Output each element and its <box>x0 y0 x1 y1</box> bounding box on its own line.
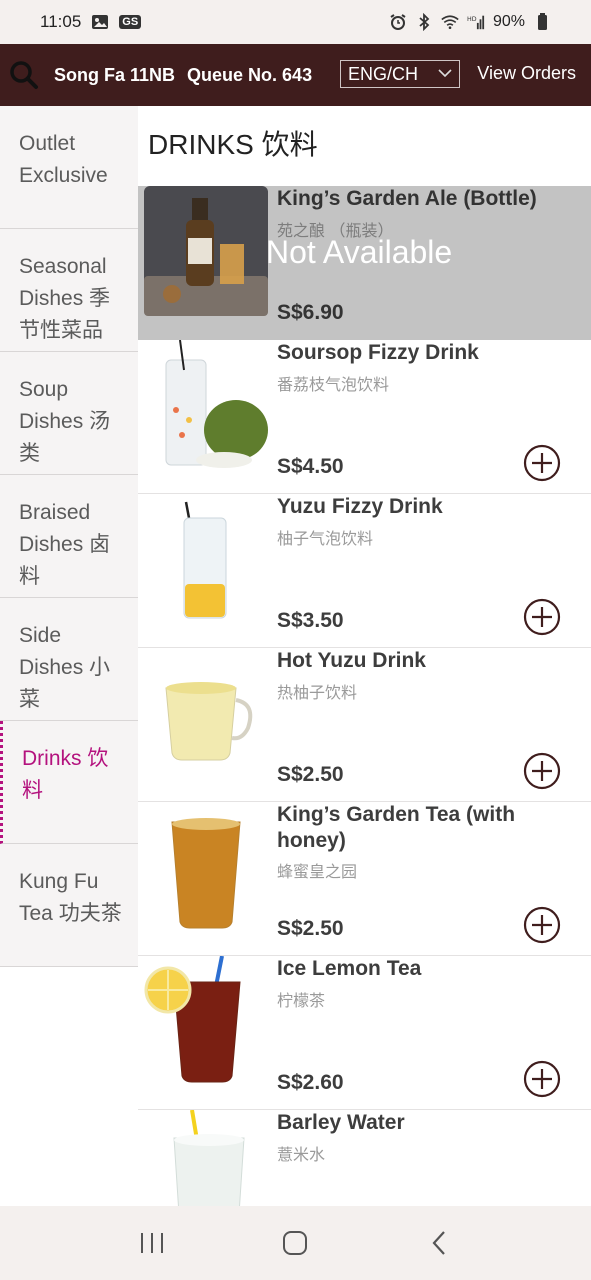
image-icon <box>91 13 109 31</box>
svg-text:HD: HD <box>467 16 477 23</box>
back-icon[interactable] <box>419 1223 459 1263</box>
home-icon[interactable] <box>275 1223 315 1263</box>
product-cn-name: 番荔枝气泡饮料 <box>277 377 390 394</box>
product-price: S$2.60 <box>277 1071 344 1094</box>
battery-percent: 90% <box>492 13 525 30</box>
product-image-yuzu-fizzy <box>183 501 227 619</box>
add-to-cart-icon[interactable] <box>523 1060 561 1098</box>
product-name: King’s Garden Ale (Bottle) <box>277 187 537 210</box>
product-card-ice-lemon-tea[interactable]: Ice Lemon Tea 柠檬茶 S$2.60 <box>138 956 591 1110</box>
chevron-down-icon <box>437 65 453 86</box>
product-name: King’s Garden Tea (with honey) <box>277 803 516 852</box>
search-icon[interactable] <box>8 59 40 91</box>
product-cn-name: 柠檬茶 <box>277 993 326 1010</box>
product-card-kings-garden-ale[interactable]: King’s Garden Ale (Bottle) 苑之酿 （瓶装） Not … <box>138 186 591 340</box>
battery-icon <box>533 13 551 31</box>
store-name: Song Fa 11NB <box>54 64 176 85</box>
queue-number: Queue No. 643 <box>187 64 313 85</box>
alarm-icon <box>389 13 407 31</box>
product-price: S$2.50 <box>277 917 344 940</box>
add-to-cart-icon[interactable] <box>523 598 561 636</box>
product-cn-name: 热柚子饮料 <box>277 685 358 702</box>
product-cn-name: 蜂蜜皇之园 <box>277 864 358 881</box>
product-card-yuzu-fizzy[interactable]: Yuzu Fizzy Drink 柚子气泡饮料 S$3.50 <box>138 494 591 648</box>
product-name: Yuzu Fizzy Drink <box>277 495 443 518</box>
bluetooth-icon <box>415 13 433 31</box>
sidebar-item-soup-dishes[interactable]: Soup Dishes 汤类 <box>0 352 138 475</box>
product-name: Ice Lemon Tea <box>277 957 422 980</box>
add-to-cart-icon[interactable] <box>523 444 561 482</box>
category-sidebar: Outlet Exclusive Seasonal Dishes 季节性菜品 S… <box>0 106 138 1206</box>
product-image-ice-lemon-tea <box>144 956 241 1083</box>
wifi-icon <box>441 13 459 31</box>
sidebar-item-outlet-exclusive[interactable]: Outlet Exclusive <box>0 106 138 229</box>
view-orders-link[interactable]: View Orders <box>477 63 576 84</box>
sidebar-item-braised-dishes[interactable]: Braised Dishes 卤料 <box>0 475 138 598</box>
product-card-soursop-fizzy[interactable]: Soursop Fizzy Drink 番荔枝气泡饮料 S$4.50 <box>138 340 591 494</box>
not-available-label: Not Available <box>266 234 453 270</box>
add-to-cart-icon[interactable] <box>523 906 561 944</box>
product-price: S$6.90 <box>277 301 344 324</box>
product-image-barley-water <box>173 1110 245 1206</box>
product-name: Hot Yuzu Drink <box>277 649 426 672</box>
sidebar-item-kung-fu-tea[interactable]: Kung Fu Tea 功夫茶 <box>0 844 138 967</box>
product-card-barley-water[interactable]: Barley Water 薏米水 <box>138 1110 591 1206</box>
gs-badge: GS <box>119 15 142 29</box>
add-to-cart-icon[interactable] <box>523 752 561 790</box>
system-nav-bar <box>0 1206 591 1280</box>
product-image-kings-garden-tea <box>171 818 241 929</box>
status-bar: 11:05 GS HD 90% <box>0 0 591 44</box>
language-select[interactable]: ENG/CH <box>340 60 460 88</box>
product-cn-name: 薏米水 <box>277 1147 326 1164</box>
recent-apps-icon[interactable] <box>132 1223 172 1263</box>
sidebar-item-side-dishes[interactable]: Side Dishes 小菜 <box>0 598 138 721</box>
product-image-hot-yuzu <box>165 682 253 761</box>
product-name: Soursop Fizzy Drink <box>277 341 479 364</box>
language-value: ENG/CH <box>348 63 419 84</box>
product-card-hot-yuzu[interactable]: Hot Yuzu Drink 热柚子饮料 S$2.50 <box>138 648 591 802</box>
section-title: DRINKS 饮料 <box>148 129 318 160</box>
sidebar-item-seasonal-dishes[interactable]: Seasonal Dishes 季节性菜品 <box>0 229 138 352</box>
product-image-ale <box>144 186 268 316</box>
product-card-kings-garden-tea[interactable]: King’s Garden Tea (with honey) 蜂蜜皇之园 S$2… <box>138 802 591 956</box>
app-header: Song Fa 11NB Queue No. 643 ENG/CH View O… <box>0 44 591 106</box>
product-price: S$2.50 <box>277 763 344 786</box>
signal-icon: HD <box>467 13 485 31</box>
product-cn-name: 柚子气泡饮料 <box>277 531 374 548</box>
sidebar-item-drinks[interactable]: Drinks 饮料 <box>0 721 138 844</box>
product-price: S$3.50 <box>277 609 344 632</box>
product-price: S$4.50 <box>277 455 344 478</box>
status-time: 11:05 <box>40 12 82 31</box>
product-name: Barley Water <box>277 1111 405 1134</box>
product-image-soursop <box>165 340 268 468</box>
menu-main: DRINKS 饮料 King’s Garden Ale (Bottle) 苑之酿… <box>138 106 591 1206</box>
